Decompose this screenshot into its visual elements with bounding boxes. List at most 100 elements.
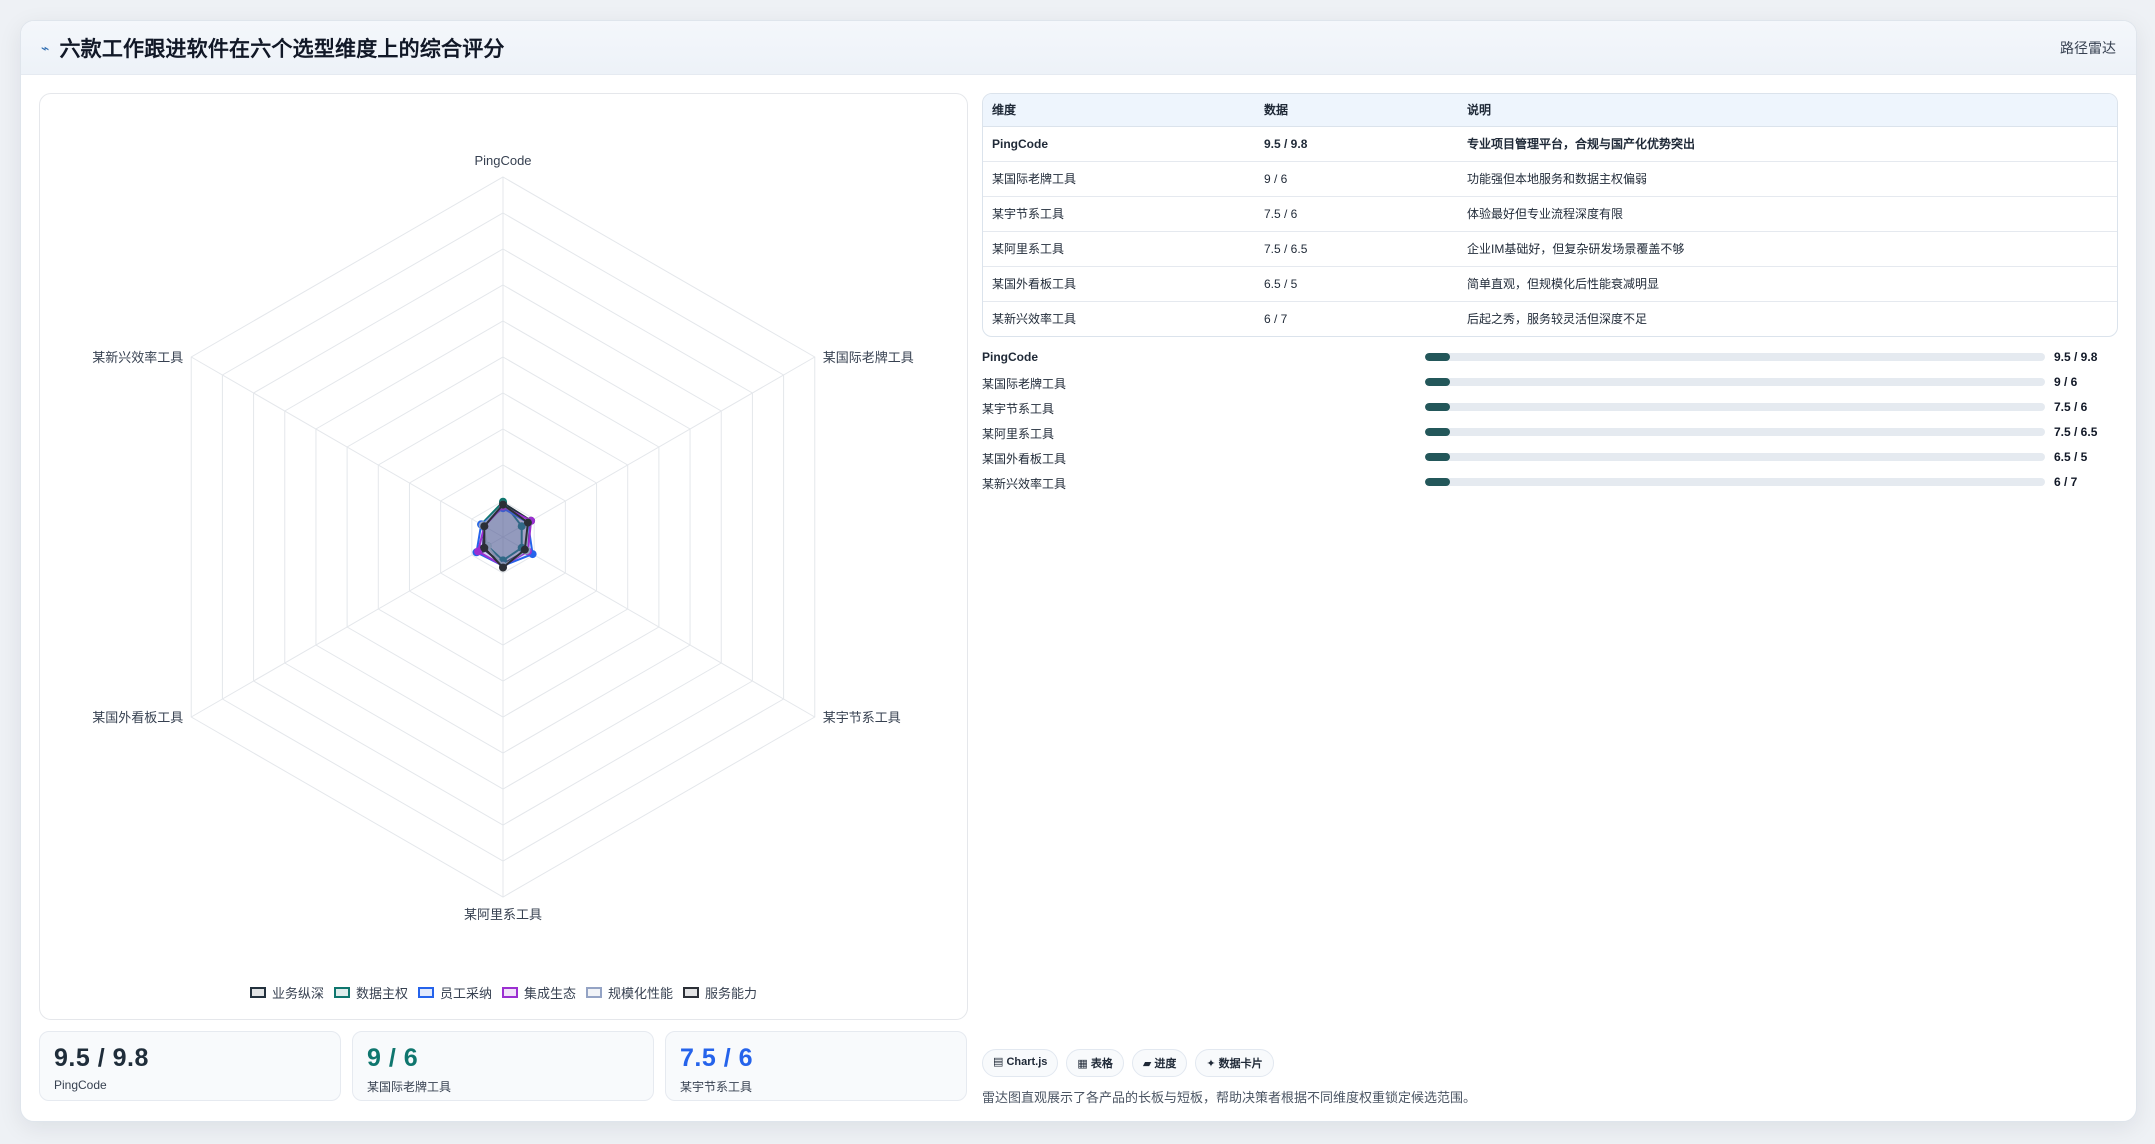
radar-axis-label: 某新兴效率工具 [92,350,183,365]
chart-legend: 业务纵深 数据主权 员工采纳 集成生态 规模化性能 服务能力 [40,983,967,1002]
legend-item[interactable]: 服务能力 [683,983,757,1002]
progress-fill [1425,428,1450,436]
progress-label: 某国际老牌工具 [982,377,1067,391]
table-cell: 功能强但本地服务和数据主权偏弱 [1458,161,2117,197]
table-cell: 企业IM基础好，但复杂研发场景覆盖不够 [1458,231,2117,267]
radar-icon: ⌁ [41,40,50,56]
table-cell: 某国际老牌工具 [983,161,1255,197]
dashboard-frame: ⌁ 六款工作跟进软件在六个选型维度上的综合评分 路径雷达 PingCode 某国际… [20,20,2137,1122]
stat-card-pingcode: 9.5 / 9.8 PingCode [39,1031,341,1101]
progress-row: 某阿里系工具 7.5 / 6.5 [982,422,2107,447]
progress-track [1425,453,2045,461]
legend-label: 服务能力 [705,986,758,1001]
table-header-row: 维度 数据 说明 [983,94,2117,127]
progress-label: PingCode [982,350,1038,364]
progress-value: 9 / 6 [2054,375,2078,389]
tag-table: ▦ 表格 [1066,1049,1124,1077]
legend-item[interactable]: 规模化性能 [586,983,673,1002]
stat-value: 9.5 / 9.8 [54,1044,149,1072]
stat-label: PingCode [54,1078,107,1092]
radar-chart: PingCode 某国际老牌工具某宇节系工具某阿里系工具 某国外看板工具某新兴效率工… [92,153,914,922]
stat-card-bytedance-tool: 7.5 / 6 某宇节系工具 [665,1031,967,1101]
table-cell: 体验最好但专业流程深度有限 [1458,196,2117,232]
page-header: ⌁ 六款工作跟进软件在六个选型维度上的综合评分 路径雷达 [21,21,2136,75]
progress-label: 某新兴效率工具 [982,477,1067,491]
table-cell: 9 / 6 [1255,161,1458,197]
tech-tags: ▤ Chart.js ▦ 表格 ▰ 进度 ✦ 数据卡片 [982,1049,1274,1077]
table-cell: 简单直观，但规模化后性能衰减明显 [1458,266,2117,302]
legend-item[interactable]: 业务纵深 [249,983,324,1002]
stat-value: 9 / 6 [367,1044,419,1072]
progress-row: 某国际老牌工具 9 / 6 [982,372,2107,397]
tag-progress: ▰ 进度 [1131,1049,1188,1077]
table-header: 维度 [983,94,1255,127]
radar-axis-label: 某国外看板工具 [92,710,183,725]
legend-item[interactable]: 集成生态 [502,983,576,1002]
legend-swatch [333,987,350,998]
chart-footnote: 雷达图直观展示了各产品的长板与短板，帮助决策者根据不同维度权重锁定候选范围。 [982,1090,1477,1105]
legend-item[interactable]: 员工采纳 [417,983,492,1002]
progress-value: 6 / 7 [2054,475,2078,489]
stat-label: 某国际老牌工具 [367,1080,452,1094]
legend-item[interactable]: 数据主权 [333,983,408,1002]
table-row: 某新兴效率工具 6 / 7 后起之秀，服务较灵活但深度不足 [983,301,2117,336]
stat-card-intl-tool: 9 / 6 某国际老牌工具 [352,1031,654,1101]
stat-value: 7.5 / 6 [680,1044,753,1072]
table-row: 某宇节系工具 7.5 / 6 体验最好但专业流程深度有限 [983,196,2117,232]
progress-track [1425,428,2045,436]
progress-fill [1425,478,1450,486]
progress-label: 某阿里系工具 [982,427,1055,441]
progress-fill [1425,403,1450,411]
table-cell: 6 / 7 [1264,311,1288,326]
progress-row: 某新兴效率工具 6 / 7 [982,472,2107,497]
progress-value: 7.5 / 6.5 [2054,425,2098,439]
legend-label: 数据主权 [355,986,408,1001]
legend-label: 规模化性能 [608,986,674,1001]
progress-list: PingCode 9.5 / 9.8 某国际老牌工具 9 / 6 某宇节系工具 7.5 /… [982,347,2107,497]
radar-data-point[interactable] [480,543,489,552]
progress-row: PingCode 9.5 / 9.8 [982,347,2107,372]
legend-label: 员工采纳 [439,986,492,1001]
legend-label: 业务纵深 [271,986,324,1001]
progress-value: 7.5 / 6 [2054,400,2088,414]
progress-label: 某国外看板工具 [982,452,1067,466]
table-row: 某国际老牌工具 9 / 6 功能强但本地服务和数据主权偏弱 [983,161,2117,197]
progress-track [1425,353,2045,361]
legend-swatch [502,987,518,998]
radar-data-point[interactable] [499,500,507,509]
stat-label: 某宇节系工具 [680,1080,753,1094]
radar-data-point[interactable] [523,518,532,527]
tag-data-card: ✦ 数据卡片 [1195,1049,1274,1077]
progress-track [1425,478,2045,486]
table-cell: 某阿里系工具 [983,231,1255,267]
table-row: 某阿里系工具 7.5 / 6.5 企业IM基础好，但复杂研发场景覆盖不够 [983,231,2117,267]
progress-row: 某国外看板工具 6.5 / 5 [982,447,2107,472]
chart-type-label: 路径雷达 [2060,39,2116,56]
radar-axis-label: 某阿里系工具 [464,907,542,922]
table-cell: 专业项目管理平台，合规与国产化优势突出 [1458,126,2117,162]
table-cell: 6.5 / 5 [1255,266,1458,302]
progress-value: 6.5 / 5 [2054,450,2088,464]
radar-data-point[interactable] [480,522,489,531]
table-header: 数据 [1255,94,1458,127]
data-table: 维度 数据 说明 PingCode 9.5 / 9.8 专业项目管理平台，合规与… [982,93,2118,337]
radar-data-point[interactable] [520,545,529,554]
radar-axis-label: 某宇节系工具 [823,710,901,725]
table-row: PingCode 9.5 / 9.8 专业项目管理平台，合规与国产化优势突出 [983,126,2117,162]
progress-fill [1425,453,1450,461]
radar-data-point[interactable] [499,563,507,572]
page-title: 六款工作跟进软件在六个选型维度上的综合评分 [59,37,505,61]
table-cell: 9.5 / 9.8 [1255,126,1458,162]
table-header: 说明 [1458,94,2117,127]
radar-axis-label: 某国际老牌工具 [823,350,914,365]
table-cell: 某新兴效率工具 [992,312,1077,326]
legend-swatch [683,987,700,998]
progress-label: 某宇节系工具 [982,402,1055,416]
progress-fill [1425,378,1450,386]
progress-value: 9.5 / 9.8 [2054,350,2098,364]
progress-row: 某宇节系工具 7.5 / 6 [982,397,2107,422]
legend-label: 集成生态 [524,986,577,1001]
table-row: 某国外看板工具 6.5 / 5 简单直观，但规模化后性能衰减明显 [983,266,2117,302]
table-cell: 某国外看板工具 [983,266,1255,302]
table-cell: 某宇节系工具 [983,196,1255,232]
